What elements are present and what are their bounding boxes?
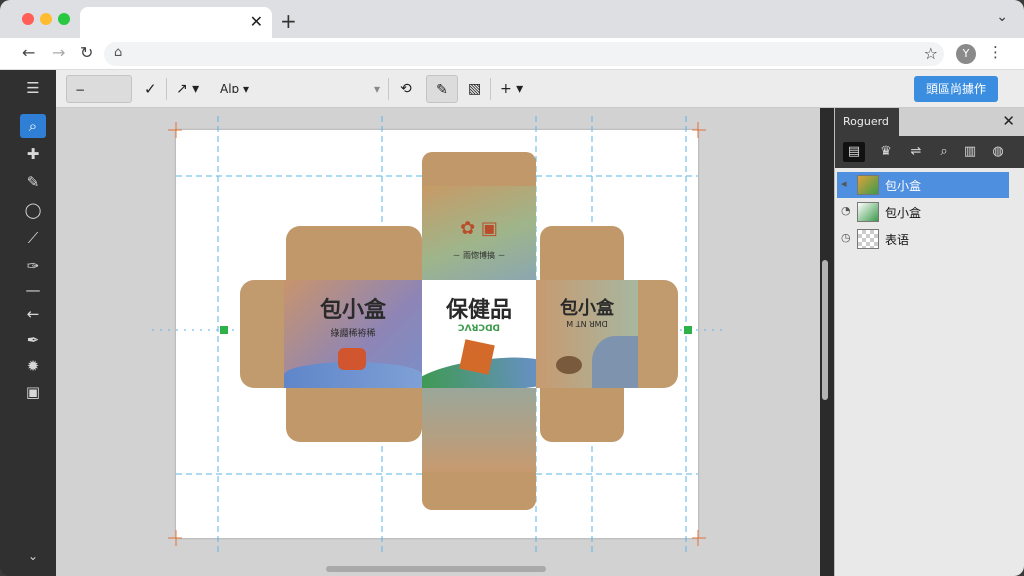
transform-icon[interactable]: ⟲ (400, 75, 412, 103)
left-top-flap[interactable] (286, 226, 422, 280)
pencil-tool-icon[interactable]: ✎ (20, 170, 46, 194)
horizontal-scrollbar[interactable] (326, 566, 546, 572)
right-face-bean-image (556, 356, 582, 374)
curve-tool-icon[interactable]: ↗ ▾ (176, 75, 199, 103)
align-dropdown[interactable]: Alɒ ▾ (220, 75, 249, 103)
right-top-flap[interactable] (540, 226, 624, 280)
ellipse-tool-icon[interactable]: ◯ (20, 198, 46, 222)
bottom-face[interactable] (422, 388, 536, 472)
line-tool-icon[interactable]: — (20, 278, 46, 302)
globe-icon[interactable]: ◍ (987, 142, 1009, 162)
profile-avatar[interactable]: Y (956, 44, 976, 64)
address-bar: ← → ↻ ⌂ ☆ Y ⋮ (0, 38, 1024, 70)
forward-icon[interactable]: → (52, 43, 65, 62)
vertical-scrollbar[interactable] (822, 260, 828, 400)
visibility-icon[interactable]: ◷ (841, 231, 851, 244)
url-input[interactable]: ⌂ ☆ (104, 42, 944, 66)
right-face[interactable]: 包小盒 ꓟ ꓕꓠ ꓤꓟꓷ (536, 280, 638, 388)
arrow-tool-icon[interactable]: ← (20, 302, 46, 326)
top-face-label: － 雨惚博搞 － (452, 251, 506, 260)
layer-name: 表语 (885, 233, 910, 247)
select-tool-icon[interactable]: ⌕ (20, 114, 46, 138)
layers-icon[interactable]: ▤ (843, 142, 865, 162)
layer-name: 包小盒 (885, 206, 922, 220)
tab-strip: ✕ + ⌄ (0, 0, 1024, 38)
visibility-icon[interactable]: ◂ (841, 177, 847, 190)
center-face[interactable]: 保健品 ꓛɅꓤꓛꓷꓷ (422, 280, 536, 388)
top-flap[interactable] (422, 152, 536, 188)
tab-search-icon[interactable]: ⌄ (996, 9, 1008, 25)
layer-thumbnail (857, 202, 879, 222)
bandage-tool-icon[interactable]: ✚ (20, 142, 46, 166)
checkmark-tool-icon[interactable]: ✓ (144, 75, 157, 103)
panel-header: Roguerd ✕ (835, 108, 1024, 136)
panel-close-icon[interactable]: ✕ (1002, 112, 1015, 130)
pen-mode-icon[interactable]: ✎ (426, 75, 458, 103)
back-icon[interactable]: ← (22, 43, 35, 62)
app-window: ✕ + ⌄ ← → ↻ ⌂ ☆ Y ⋮ ☰ ⌕ ✚ ✎ ◯ ⟋ ✑ — ← ✒ … (0, 0, 1024, 576)
bookmark-star-icon[interactable]: ☆ (924, 44, 938, 63)
left-face-title: 包小盒 (319, 298, 386, 323)
right-face-title: 包小盒 (560, 298, 614, 319)
adjust-icon[interactable]: ⇌ (905, 142, 927, 162)
add-dropdown[interactable]: + ▾ (500, 75, 523, 103)
right-glue-flap[interactable] (638, 280, 678, 388)
close-window-button[interactable] (22, 13, 34, 25)
minimize-window-button[interactable] (40, 13, 52, 25)
panel-tab[interactable]: Roguerd (835, 108, 899, 136)
layer-item[interactable]: ◂ 包小盒 (837, 172, 1009, 198)
new-tab-button[interactable]: + (280, 9, 297, 33)
book-icon[interactable]: ▥ (959, 142, 981, 162)
crown-icon[interactable]: ♛ (875, 142, 897, 162)
reload-icon[interactable]: ↻ (80, 43, 93, 62)
tools-panel: ☰ ⌕ ✚ ✎ ◯ ⟋ ✑ — ← ✒ ✹ ▣ ⌄ (0, 70, 56, 576)
primary-action-button[interactable]: 頭區尚據作 (914, 76, 998, 102)
chevron-down-icon[interactable]: ▾ (374, 75, 380, 103)
brush-tool-icon[interactable]: ⟋ (20, 226, 46, 250)
layer-name: 包小盒 (885, 179, 922, 193)
maximize-window-button[interactable] (58, 13, 70, 25)
left-face-product-image (338, 348, 366, 370)
pen-tool-icon[interactable]: ✒ (20, 328, 46, 352)
tab-close-icon[interactable]: ✕ (250, 12, 263, 31)
canvas-area[interactable]: ✿ ▣ － 雨惚博搞 － 包小盒 綠讔稀袸稀 保健品 ꓛɅꓤꓛꓷꓷ 包小盒 ꓟ … (56, 108, 820, 576)
layer-item[interactable]: ◷ 表语 (837, 226, 1009, 252)
browser-menu-icon[interactable]: ⋮ (988, 43, 1003, 61)
layer-thumbnail (857, 175, 879, 195)
image-icon[interactable]: ▧ (468, 75, 481, 103)
right-bottom-flap[interactable] (540, 388, 624, 442)
top-face[interactable]: ✿ ▣ － 雨惚博搞 － (422, 186, 536, 282)
panels-menu-icon[interactable]: ☰ (20, 76, 46, 100)
more-tools-icon[interactable]: ⌄ (20, 544, 46, 568)
options-bar: − Ɒɔzaur ✓ ↗ ▾ Alɒ ▾ ▾ ⟲ ✎ ▧ + ▾ 頭區尚據作 (56, 70, 1024, 125)
left-bottom-flap[interactable] (286, 388, 422, 442)
center-face-title: 保健品 (445, 298, 512, 323)
left-face-subtitle: 綠讔稀袸稀 (330, 329, 376, 339)
right-face-wave (592, 336, 638, 388)
home-icon[interactable]: ⌂ (114, 45, 122, 60)
left-face[interactable]: 包小盒 綠讔稀袸稀 (284, 280, 422, 388)
browser-tab[interactable]: ✕ (80, 7, 272, 38)
gear-tool-icon[interactable]: ✹ (20, 354, 46, 378)
layers-panel: Roguerd ✕ ▤ ♛ ⇌ ⌕ ▥ ◍ ◂ 包小盒 ◔ 包小盒 ◷ 表语 (834, 108, 1024, 576)
panel-toolbar: ▤ ♛ ⇌ ⌕ ▥ ◍ (835, 136, 1024, 168)
right-face-subtitle: ꓟ ꓕꓠ ꓤꓟꓷ (566, 320, 608, 329)
search-icon[interactable]: ⌕ (933, 142, 955, 162)
top-face-illustration: ✿ ▣ (460, 218, 498, 239)
eyedropper-tool-icon[interactable]: ✑ (20, 254, 46, 278)
center-face-cube-image (459, 339, 495, 375)
center-face-subtitle: ꓛɅꓤꓛꓷꓷ (457, 324, 501, 334)
visibility-icon[interactable]: ◔ (841, 204, 851, 217)
bottom-flap[interactable] (422, 472, 536, 510)
frame-tool-icon[interactable]: ▣ (20, 380, 46, 404)
left-glue-flap[interactable] (240, 280, 284, 388)
layer-item[interactable]: ◔ 包小盒 (837, 199, 1009, 225)
layer-thumbnail (857, 229, 879, 249)
layout-dropdown[interactable]: − Ɒɔzaur (66, 75, 132, 125)
